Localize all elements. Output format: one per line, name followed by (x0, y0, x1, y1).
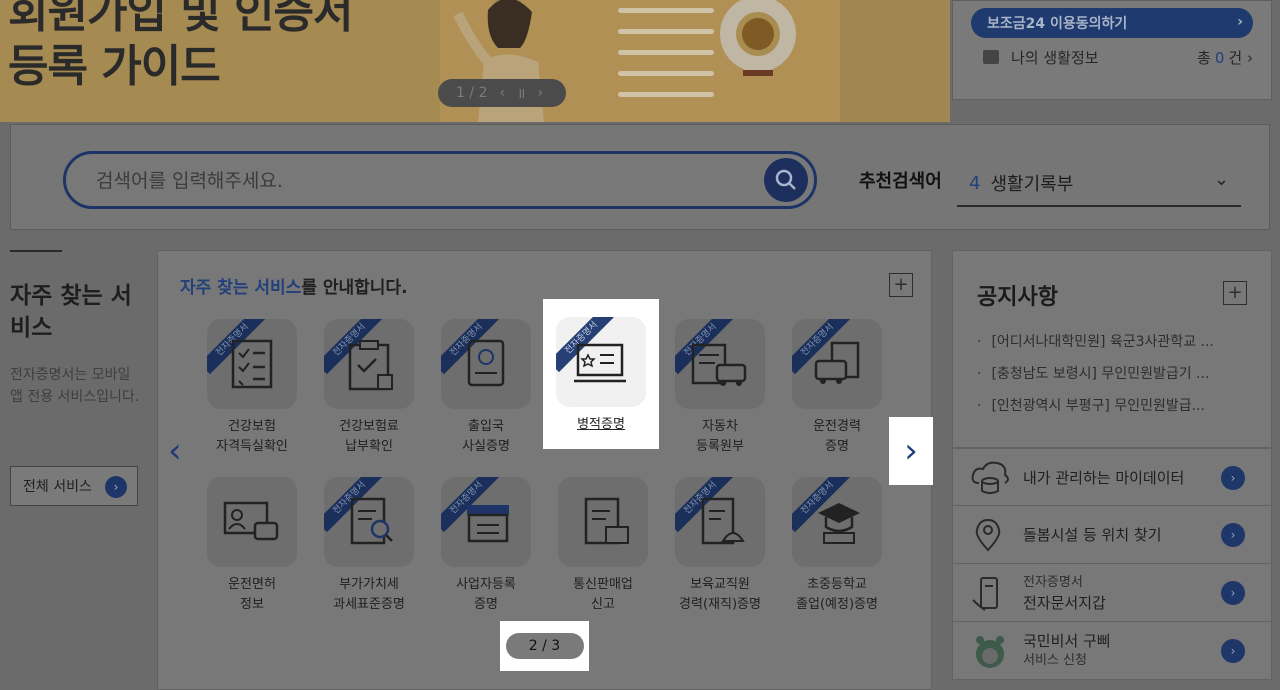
search-section: 추천검색어 4 생활기록부 ⌄ (10, 124, 1270, 230)
recommended-search-label: 추천검색어 (859, 171, 942, 192)
notice-item[interactable]: [인천광역시 부평구] 무인민원발급... (977, 395, 1214, 427)
search-input[interactable] (96, 166, 736, 196)
service-tile[interactable]: 전자증명서 보육교직원 경력(재직)증명 (662, 477, 778, 627)
services-heading: 자주 찾는 서비스를 안내합니다. (180, 278, 408, 298)
military-id-icon (574, 343, 626, 383)
recommended-rank: 4 (969, 172, 981, 194)
quick-link-mydata[interactable]: 내가 관리하는 마이데이터 › (952, 448, 1272, 506)
arrow-right-icon: › (105, 476, 127, 498)
my-life-count: 총0건 › (1197, 48, 1253, 67)
car-license-icon (814, 341, 860, 384)
document-lines (618, 8, 714, 113)
search-button[interactable] (764, 158, 808, 202)
briefcase-icon (983, 50, 999, 64)
pause-icon[interactable]: ॥ (517, 84, 525, 103)
arrow-right-icon: › (1221, 523, 1245, 547)
childcare-doc-icon (701, 497, 745, 545)
store-icon (467, 505, 509, 543)
passport-icon (467, 339, 505, 387)
arrow-right-icon: › (1221, 581, 1245, 605)
quick-links: 내가 관리하는 마이데이터 › 돌봄시설 등 위치 찾기 › 전자증명서 전자문서… (952, 448, 1272, 680)
clipboard-stamp-icon (348, 340, 393, 391)
service-tile[interactable]: 전자증명서 운전경력 증명 (779, 319, 895, 469)
frequent-services-panel: 자주 찾는 서비스를 안내합니다. + ‹ › 전자증명서 건강보험 자격득실확인… (157, 250, 933, 690)
prev-slide-icon[interactable]: ‹ (499, 85, 505, 101)
user-panel: 보조금24 이용동의하기 › 나의 생활정보 총0건 › (952, 0, 1272, 100)
service-tile[interactable]: 전자증명서 사업자등록 증명 (428, 477, 544, 627)
divider (10, 250, 62, 252)
location-pin-icon (975, 518, 1001, 552)
bojo24-consent-button[interactable]: 보조금24 이용동의하기 › (971, 8, 1253, 38)
mobile-document-icon (972, 577, 998, 611)
arrow-right-icon: › (1221, 639, 1245, 663)
notice-item[interactable]: [어디서나대학민원] 육군3사관학교 ... (977, 331, 1213, 363)
my-life-info-link[interactable]: 나의 생활정보 총0건 › (983, 45, 1253, 69)
checklist-icon (231, 339, 273, 389)
cloud-database-icon (971, 461, 1009, 494)
service-tile[interactable]: 전자증명서 건강보험료 납부확인 (311, 319, 427, 469)
service-tile[interactable]: 전자증명서 건강보험 자격득실확인 (194, 319, 310, 469)
notice-list: [어디서나대학민원] 육군3사관학교 ... [충청남도 보령시] 무인민원발급… (977, 331, 1214, 427)
driver-license-icon (223, 501, 279, 541)
notice-item[interactable]: [충청남도 보령시] 무인민원발급기 ... (977, 363, 1214, 395)
slide-counter: 1 / 2 (456, 85, 488, 101)
page-indicator: 2 / 3 (500, 621, 589, 671)
recommended-search-dropdown[interactable]: 4 생활기록부 ⌄ (957, 161, 1241, 207)
service-tile[interactable]: 전자증명서 부가가치세 과세표준증명 (311, 477, 427, 627)
service-tile[interactable]: 운전면허 정보 (194, 477, 310, 627)
banner-title: 회원가입 및 인증서 등록 가이드 (8, 0, 353, 92)
quick-link-gubbi[interactable]: 국민비서 구삐 서비스 신청 › (952, 622, 1272, 680)
notice-title: 공지사항 (977, 285, 1058, 310)
car-document-icon (691, 343, 747, 386)
online-store-doc-icon (584, 497, 629, 545)
service-tile-military-record[interactable]: 전자증명서 병적증명 (543, 299, 659, 449)
banner-slider-control: 1 / 2 ‹ ॥ › (438, 79, 566, 107)
more-notices-plus-button[interactable]: + (1223, 281, 1247, 305)
tax-search-icon (350, 497, 393, 545)
search-box (63, 151, 817, 209)
all-services-button[interactable]: 전체 서비스 › (10, 466, 138, 506)
service-tile[interactable]: 전자증명서 자동차 등록원부 (662, 319, 778, 469)
next-page-arrow-icon[interactable]: › (889, 417, 933, 485)
service-tile[interactable]: 전자증명서 초중등학교 졸업(예정)증명 (779, 477, 895, 627)
section-title: 자주 찾는 서비스 (10, 283, 132, 341)
next-slide-icon[interactable]: › (537, 85, 543, 101)
award-badge-icon (720, 0, 796, 76)
arrow-right-icon: › (1221, 466, 1245, 490)
search-icon (775, 169, 796, 190)
frequent-services-intro: 자주 찾는 서비스 전자증명서는 모바일 앱 전용 서비스입니다. 전체 서비스… (10, 250, 140, 506)
graduation-icon (818, 503, 860, 544)
gubbi-mascot-icon (976, 636, 1004, 668)
hero-banner[interactable]: 회원가입 및 인증서 등록 가이드 1 / 2 ‹ ॥ › (0, 0, 950, 122)
quick-link-document-wallet[interactable]: 전자증명서 전자문서지갑 › (952, 564, 1272, 622)
chevron-down-icon: ⌄ (1213, 169, 1229, 190)
quick-link-care-location[interactable]: 돌봄시설 등 위치 찾기 › (952, 506, 1272, 564)
service-tile[interactable]: 전자증명서 출입국 사실증명 (428, 319, 544, 469)
notice-panel: 공지사항 + [어디서나대학민원] 육군3사관학교 ... [충청남도 보령시]… (952, 250, 1272, 448)
prev-page-arrow-icon[interactable]: ‹ (168, 431, 182, 471)
service-tile[interactable]: 통신판매업 신고 (545, 477, 661, 627)
chevron-right-icon: › (1237, 14, 1243, 30)
more-services-plus-button[interactable]: + (889, 273, 913, 297)
recommended-term[interactable]: 생활기록부 (990, 170, 1073, 196)
section-description: 전자증명서는 모바일 앱 전용 서비스입니다. (10, 367, 140, 405)
